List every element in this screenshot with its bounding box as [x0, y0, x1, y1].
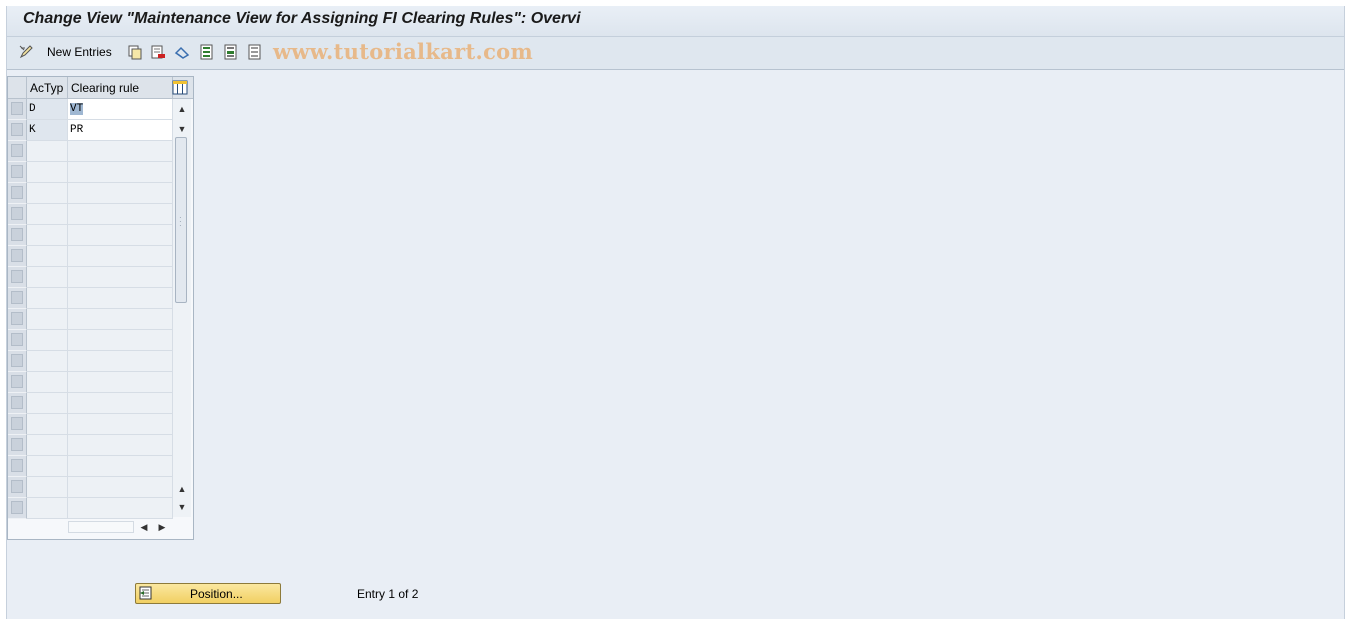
row-selector[interactable]: [8, 372, 27, 393]
empty-cell: [68, 225, 173, 246]
empty-cell: [27, 141, 68, 162]
watermark-text: www.tutorialkart.com: [273, 39, 533, 64]
cell-actyp: D: [27, 99, 68, 120]
row-selector[interactable]: [8, 330, 27, 351]
clearing-rules-table: AcTyp Clearing rule D VT K PR ▲ ▼ · · · ▲ ▼ ◀…: [7, 76, 194, 540]
empty-cell: [68, 288, 173, 309]
position-button[interactable]: Position...: [135, 583, 281, 604]
empty-cell: [68, 267, 173, 288]
undo-change-icon[interactable]: [174, 44, 190, 62]
scroll-up-icon[interactable]: ▲: [176, 103, 188, 115]
scroll-right-icon[interactable]: ▶: [156, 520, 168, 534]
scroll-down-icon[interactable]: ▼: [176, 501, 188, 513]
empty-cell: [27, 288, 68, 309]
row-selector[interactable]: [8, 477, 27, 498]
table-settings-header: [172, 77, 193, 99]
column-header-clearing-rule[interactable]: Clearing rule: [68, 77, 173, 99]
horizontal-scrollbar[interactable]: ◀ ▶: [68, 518, 173, 536]
empty-cell: [68, 351, 173, 372]
row-selector[interactable]: [8, 204, 27, 225]
empty-cell: [68, 309, 173, 330]
empty-cell: [27, 393, 68, 414]
page-down-icon[interactable]: ▼: [176, 123, 188, 135]
empty-cell: [68, 183, 173, 204]
select-all-rows-header[interactable]: [8, 77, 27, 99]
row-selector[interactable]: [8, 456, 27, 477]
row-selector[interactable]: [8, 162, 27, 183]
empty-cell: [27, 372, 68, 393]
cell-clearing-rule[interactable]: VT: [68, 99, 173, 120]
empty-cell: [68, 477, 173, 498]
row-selector[interactable]: [8, 309, 27, 330]
empty-cell: [68, 204, 173, 225]
empty-cell: [68, 246, 173, 267]
empty-cell: [68, 435, 173, 456]
empty-cell: [68, 498, 173, 519]
select-all-icon[interactable]: [199, 44, 215, 62]
deselect-all-icon[interactable]: [247, 44, 263, 62]
row-selector[interactable]: [8, 267, 27, 288]
empty-cell: [68, 414, 173, 435]
empty-cell: [68, 162, 173, 183]
scrollbar-thumb[interactable]: · · ·: [175, 137, 187, 303]
empty-cell: [68, 456, 173, 477]
table-settings-icon[interactable]: [172, 80, 188, 95]
cell-clearing-rule[interactable]: PR: [68, 120, 173, 141]
row-selector[interactable]: [8, 225, 27, 246]
empty-cell: [27, 435, 68, 456]
empty-cell: [27, 225, 68, 246]
empty-cell: [27, 456, 68, 477]
column-header-actyp[interactable]: AcTyp: [27, 77, 68, 99]
empty-cell: [68, 393, 173, 414]
empty-cell: [27, 477, 68, 498]
vertical-scrollbar[interactable]: ▲ ▼ · · · ▲ ▼: [173, 99, 191, 517]
empty-cell: [27, 309, 68, 330]
row-selector[interactable]: [8, 183, 27, 204]
new-entries-button[interactable]: New Entries: [47, 45, 112, 59]
empty-cell: [68, 141, 173, 162]
row-selector[interactable]: [8, 120, 27, 141]
empty-cell: [27, 204, 68, 225]
row-selector[interactable]: [8, 435, 27, 456]
empty-cell: [68, 330, 173, 351]
row-selector[interactable]: [8, 414, 27, 435]
delete-icon[interactable]: [150, 44, 166, 62]
empty-cell: [27, 246, 68, 267]
row-selector[interactable]: [8, 141, 27, 162]
scroll-left-icon[interactable]: ◀: [138, 520, 150, 534]
edit-toggle-icon[interactable]: [19, 44, 35, 62]
empty-cell: [27, 498, 68, 519]
empty-cell: [27, 330, 68, 351]
row-selector[interactable]: [8, 351, 27, 372]
position-button-label: Position...: [190, 587, 243, 601]
application-toolbar: New Entries www.tutorialkart.com: [7, 37, 1344, 70]
empty-cell: [27, 414, 68, 435]
select-block-icon[interactable]: [223, 44, 239, 62]
row-selector[interactable]: [8, 246, 27, 267]
empty-cell: [27, 267, 68, 288]
position-icon: [139, 586, 152, 600]
empty-cell: [27, 351, 68, 372]
row-selector[interactable]: [8, 99, 27, 120]
page-title: Change View "Maintenance View for Assign…: [23, 10, 581, 27]
page-up-icon[interactable]: ▲: [176, 483, 188, 495]
row-selector[interactable]: [8, 498, 27, 519]
row-selector[interactable]: [8, 288, 27, 309]
row-selector[interactable]: [8, 393, 27, 414]
horizontal-scroll-track[interactable]: [68, 521, 134, 533]
empty-cell: [68, 372, 173, 393]
empty-cell: [27, 162, 68, 183]
cell-actyp: K: [27, 120, 68, 141]
entry-status: Entry 1 of 2: [357, 587, 419, 601]
empty-cell: [27, 183, 68, 204]
sap-window: Change View "Maintenance View for Assign…: [6, 6, 1345, 619]
copy-icon[interactable]: [127, 44, 143, 62]
title-bar: Change View "Maintenance View for Assign…: [7, 6, 1344, 37]
